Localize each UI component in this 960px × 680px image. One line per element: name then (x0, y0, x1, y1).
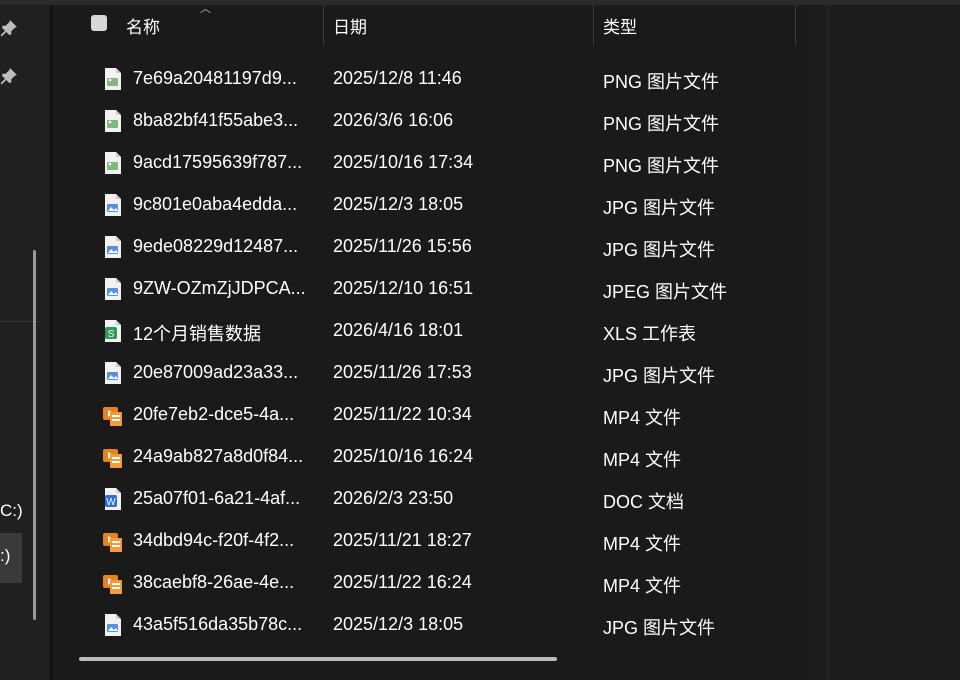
file-date: 2025/11/21 18:27 (333, 530, 472, 550)
file-type: XLS 工作表 (603, 324, 697, 344)
nav-item-drive-c[interactable]: C:) (0, 501, 23, 521)
svg-text:S: S (108, 329, 115, 340)
file-row[interactable]: 34dbd94c-f20f-4f2... 2025/11/21 18:27 MP4 … (52, 520, 804, 562)
file-name: 43a5f516da35b78c... (133, 614, 303, 634)
column-header-date[interactable]: 日期 (333, 13, 367, 38)
file-type: MP4 文件 (603, 450, 682, 470)
preview-pane-divider (828, 5, 829, 680)
pin-icon[interactable] (0, 19, 20, 41)
file-date: 2025/11/22 16:24 (333, 572, 472, 592)
file-row[interactable]: 20fe7eb2-dce5-4a... 2025/11/22 10:34 MP4 文… (52, 394, 804, 436)
file-row[interactable]: 9c801e0aba4edda... 2025/12/3 18:05 JPG 图片文… (52, 184, 804, 226)
file-name: 9ZW-OZmZjJDPCA... (133, 278, 306, 298)
file-type: PNG 图片文件 (603, 156, 720, 176)
xls-file-icon: S (102, 319, 124, 343)
file-name: 20e87009ad23a33... (133, 362, 299, 382)
file-date: 2025/12/8 11:46 (333, 68, 462, 88)
drive-label: C:) (0, 501, 23, 520)
file-date: 2025/10/16 16:24 (333, 446, 474, 466)
file-type: MP4 文件 (603, 534, 682, 554)
file-date: 2025/12/3 18:05 (333, 614, 464, 634)
file-date: 2025/10/16 17:34 (333, 152, 474, 172)
drive-label: :) (0, 546, 11, 565)
sort-up-icon: ︿ (200, 3, 211, 15)
file-name: 38caebf8-26ae-4e... (133, 572, 295, 592)
file-name: 7e69a20481197d9... (133, 68, 297, 88)
file-name: 24a9ab827a8d0f84... (133, 446, 304, 466)
file-row[interactable]: S 12个月销售数据 2026/4/16 18:01 XLS 工作表 (52, 310, 804, 352)
horizontal-scrollbar-thumb[interactable] (79, 657, 557, 661)
png-file-icon (102, 67, 124, 91)
nav-item-drive-selected[interactable]: :) (0, 533, 22, 583)
file-list: ︿ 名称 日期 类型 7e69a20481197d9... 2025/12/8 1… (52, 3, 818, 680)
mp4-file-icon (102, 403, 124, 427)
jpg-file-icon (102, 277, 124, 301)
file-date: 2026/4/16 18:01 (333, 320, 464, 340)
mp4-file-icon (102, 529, 124, 553)
file-name: 9ede08229d12487... (133, 236, 299, 256)
file-type: DOC 文档 (603, 492, 684, 512)
file-name: 25a07f01-6a21-4af... (133, 488, 301, 508)
select-all-checkbox[interactable] (91, 15, 107, 31)
file-name: 8ba82bf41f55abe3... (133, 110, 299, 130)
column-header-name[interactable]: 名称 (126, 13, 160, 38)
mp4-file-icon (102, 445, 124, 469)
file-type: JPG 图片文件 (603, 618, 716, 638)
file-row[interactable]: 9acd17595639f787... 2025/10/16 17:34 PNG 图… (52, 142, 804, 184)
jpg-file-icon (102, 361, 124, 385)
file-date: 2025/12/3 18:05 (333, 194, 464, 214)
mp4-file-icon (102, 571, 124, 595)
file-row[interactable]: 8ba82bf41f55abe3... 2026/3/6 16:06 PNG 图片文… (52, 100, 804, 142)
file-type: PNG 图片文件 (603, 72, 720, 92)
jpg-file-icon (102, 613, 124, 637)
file-row[interactable]: 9ZW-OZmZjJDPCA... 2025/12/10 16:51 JPEG 图片… (52, 268, 804, 310)
file-type: PNG 图片文件 (603, 114, 720, 134)
column-header-type[interactable]: 类型 (603, 13, 637, 38)
file-type: JPEG 图片文件 (603, 282, 728, 302)
file-type: JPG 图片文件 (603, 366, 716, 386)
file-date: 2026/3/6 16:06 (333, 110, 454, 130)
file-row[interactable]: W 25a07f01-6a21-4af... 2026/2/3 23:50 DOC 文… (52, 478, 804, 520)
file-date: 2025/11/22 10:34 (333, 404, 472, 424)
navigation-pane: C:) :) (0, 5, 50, 680)
file-name: 9c801e0aba4edda... (133, 194, 298, 214)
file-type: JPG 图片文件 (603, 198, 716, 218)
file-name: 9acd17595639f787... (133, 152, 303, 172)
file-row[interactable]: 24a9ab827a8d0f84... 2025/10/16 16:24 MP4 文… (52, 436, 804, 478)
jpg-file-icon (102, 193, 124, 217)
doc-file-icon: W (102, 487, 124, 511)
file-row[interactable]: 20e87009ad23a33... 2025/11/26 17:53 JPG 图片… (52, 352, 804, 394)
pin-icon[interactable] (0, 67, 20, 89)
file-row[interactable]: 38caebf8-26ae-4e... 2025/11/22 16:24 MP4 文… (52, 562, 804, 604)
file-name: 34dbd94c-f20f-4f2... (133, 530, 295, 550)
file-row[interactable]: 43a5f516da35b78c... 2025/12/3 18:05 JPG 图片… (52, 604, 804, 646)
png-file-icon (102, 109, 124, 133)
file-date: 2025/12/10 16:51 (333, 278, 474, 298)
file-name: 20fe7eb2-dce5-4a... (133, 404, 295, 424)
file-type: JPG 图片文件 (603, 240, 716, 260)
file-date: 2026/2/3 23:50 (333, 488, 454, 508)
partial-row-above (52, 39, 804, 49)
png-file-icon (102, 151, 124, 175)
file-row[interactable]: 7e69a20481197d9... 2025/12/8 11:46 PNG 图片文… (52, 58, 804, 100)
file-name: 12个月销售数据 (133, 324, 262, 344)
nav-scrollbar[interactable] (33, 250, 36, 620)
file-row[interactable]: 9ede08229d12487... 2025/11/26 15:56 JPG 图片… (52, 226, 804, 268)
file-type: MP4 文件 (603, 408, 682, 428)
file-date: 2025/11/26 15:56 (333, 236, 472, 256)
svg-text:W: W (106, 497, 116, 508)
file-type: MP4 文件 (603, 576, 682, 596)
jpg-file-icon (102, 235, 124, 259)
file-date: 2025/11/26 17:53 (333, 362, 472, 382)
